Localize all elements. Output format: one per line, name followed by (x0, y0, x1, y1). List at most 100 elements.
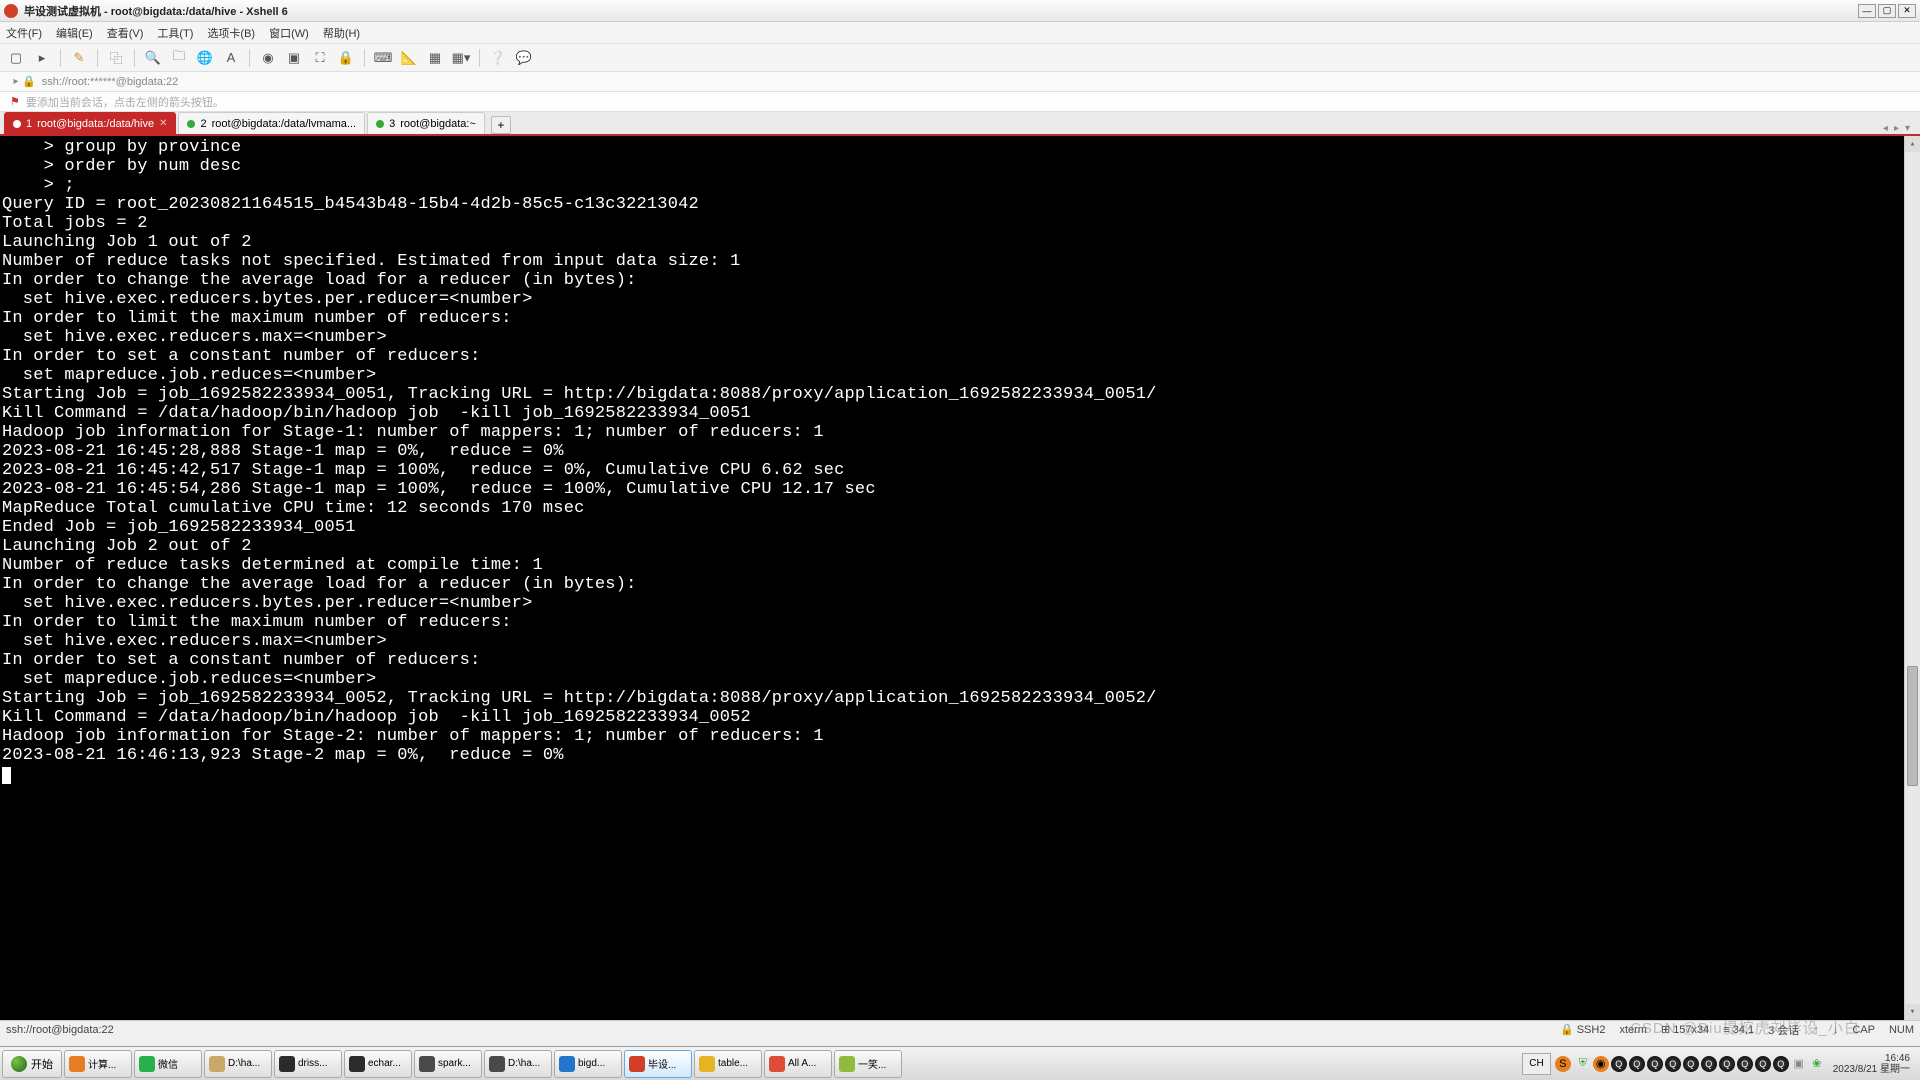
tray-qq-icon[interactable]: Q (1629, 1056, 1645, 1072)
lock-icon: 🔒 (22, 75, 36, 88)
terminal-line: > order by num desc (2, 157, 1918, 176)
tray-app-icon[interactable]: ◉ (1593, 1056, 1609, 1072)
tray-qq-icon[interactable]: Q (1755, 1056, 1771, 1072)
menu-help[interactable]: 帮助(H) (323, 25, 360, 41)
menu-view[interactable]: 查看(V) (107, 25, 144, 41)
taskbar-item[interactable]: D:\ha... (484, 1050, 552, 1078)
app-icon (69, 1056, 85, 1072)
scroll-thumb[interactable] (1907, 666, 1918, 786)
taskbar-item-label: table... (718, 1058, 748, 1069)
minimize-button[interactable]: — (1858, 4, 1876, 18)
lock-icon: 🔒 (1560, 1023, 1574, 1036)
tab-list-icon[interactable]: ▾ (1903, 123, 1912, 134)
terminal-line: Number of reduce tasks determined at com… (2, 556, 1918, 575)
tray-qq-icon[interactable]: Q (1719, 1056, 1735, 1072)
taskbar-item[interactable]: 一笑... (834, 1050, 902, 1078)
terminal-line: Launching Job 2 out of 2 (2, 537, 1918, 556)
maximize-button[interactable]: ▢ (1878, 4, 1896, 18)
tab-session-1[interactable]: 1 root@bigdata:/data/hive ✕ (4, 112, 176, 134)
address-text[interactable]: ssh://root:******@bigdata:22 (42, 76, 179, 88)
taskbar-item[interactable]: table... (694, 1050, 762, 1078)
terminal[interactable]: > group by province > order by num desc … (0, 136, 1920, 1020)
search-icon[interactable]: 🔍 (143, 48, 163, 68)
globe-icon[interactable]: 🌐 (195, 48, 215, 68)
taskbar-item[interactable]: bigd... (554, 1050, 622, 1078)
add-tab-button[interactable]: + (491, 116, 511, 134)
new-session-icon[interactable]: ▢ (6, 48, 26, 68)
arrow-icon[interactable]: ▸ (10, 72, 22, 92)
menu-tab[interactable]: 选项卡(B) (207, 25, 255, 41)
clock-time: 16:46 (1833, 1053, 1910, 1064)
taskbar-item[interactable]: echar... (344, 1050, 412, 1078)
tray-qq-icon[interactable]: Q (1611, 1056, 1627, 1072)
terminal-line: In order to set a constant number of red… (2, 651, 1918, 670)
expand-icon[interactable]: ⛶ (310, 48, 330, 68)
tab-next-icon[interactable]: ▸ (1892, 123, 1901, 134)
app-icon (4, 4, 18, 18)
tab-session-3[interactable]: 3 root@bigdata:~ (367, 112, 485, 134)
scrollbar[interactable]: ▴ ▾ (1904, 136, 1920, 1020)
ruler-icon[interactable]: 📐 (399, 48, 419, 68)
brush-icon[interactable]: ✎ (69, 48, 89, 68)
circle-icon[interactable]: ◉ (258, 48, 278, 68)
tray-qq-icon[interactable]: Q (1683, 1056, 1699, 1072)
keyboard-icon[interactable]: ⌨ (373, 48, 393, 68)
taskbar-item[interactable]: driss... (274, 1050, 342, 1078)
record-icon[interactable]: ▣ (284, 48, 304, 68)
terminal-line: Total jobs = 2 (2, 214, 1918, 233)
tray-qq-icon[interactable]: Q (1665, 1056, 1681, 1072)
taskbar-item[interactable]: 毕设... (624, 1050, 692, 1078)
open-icon[interactable]: ▸ (32, 48, 52, 68)
tab-label: root@bigdata:~ (400, 118, 476, 130)
taskbar-item-label: driss... (298, 1058, 327, 1069)
terminal-line: set hive.exec.reducers.bytes.per.reducer… (2, 290, 1918, 309)
lang-indicator[interactable]: CH (1522, 1053, 1550, 1075)
taskbar-item[interactable]: All A... (764, 1050, 832, 1078)
system-tray: CH S ⛨ ◉ Q Q Q Q Q Q Q Q Q Q ▣ ❀ 16:46 2… (1522, 1053, 1918, 1075)
addressbar: ▸ 🔒 ssh://root:******@bigdata:22 (0, 72, 1920, 92)
lock-icon[interactable]: 🔒 (336, 48, 356, 68)
grid2-icon[interactable]: ▦▾ (451, 48, 471, 68)
tab-session-2[interactable]: 2 root@bigdata:/data/lvmama... (178, 112, 365, 134)
folder-icon[interactable]: 🗀 (169, 48, 189, 68)
close-icon[interactable]: ✕ (159, 118, 167, 129)
tray-clock[interactable]: 16:46 2023/8/21 星期一 (1829, 1053, 1914, 1075)
tray-qq-icon[interactable]: Q (1701, 1056, 1717, 1072)
flag-icon[interactable]: ⚑ (10, 95, 20, 108)
tray-qq-icon[interactable]: Q (1647, 1056, 1663, 1072)
taskbar-item[interactable]: 微信 (134, 1050, 202, 1078)
app-icon (489, 1056, 505, 1072)
tray-qq-icon[interactable]: Q (1737, 1056, 1753, 1072)
scroll-up-icon[interactable]: ▴ (1905, 136, 1920, 152)
tray-leaf-icon[interactable]: ❀ (1809, 1056, 1825, 1072)
start-button[interactable]: 开始 (2, 1050, 62, 1078)
tab-prev-icon[interactable]: ◂ (1881, 123, 1890, 134)
app-icon (139, 1056, 155, 1072)
terminal-line: MapReduce Total cumulative CPU time: 12 … (2, 499, 1918, 518)
menu-tools[interactable]: 工具(T) (157, 25, 193, 41)
menu-edit[interactable]: 编辑(E) (56, 25, 93, 41)
help-icon[interactable]: ❔ (488, 48, 508, 68)
status-pos: 34,1 (1733, 1024, 1754, 1036)
menu-window[interactable]: 窗口(W) (269, 25, 309, 41)
font-icon[interactable]: A (221, 48, 241, 68)
scroll-down-icon[interactable]: ▾ (1905, 1004, 1920, 1020)
taskbar-item[interactable]: D:\ha... (204, 1050, 272, 1078)
tray-icon[interactable]: S (1555, 1056, 1571, 1072)
taskbar-item[interactable]: spark... (414, 1050, 482, 1078)
separator (249, 49, 250, 67)
menu-file[interactable]: 文件(F) (6, 25, 42, 41)
chat-icon[interactable]: 💬 (514, 48, 534, 68)
copy-icon[interactable]: ⿻ (106, 48, 126, 68)
tray-shield-icon[interactable]: ⛨ (1575, 1056, 1591, 1072)
status-dot-icon (376, 120, 384, 128)
status-term: xterm (1619, 1024, 1647, 1036)
tray-qq-icon[interactable]: Q (1773, 1056, 1789, 1072)
app-icon (769, 1056, 785, 1072)
grid-icon[interactable]: ▦ (425, 48, 445, 68)
close-button[interactable]: ✕ (1898, 4, 1916, 18)
taskbar-item[interactable]: 计算... (64, 1050, 132, 1078)
tray-box-icon[interactable]: ▣ (1791, 1056, 1807, 1072)
terminal-line: In order to change the average load for … (2, 575, 1918, 594)
taskbar: 开始 计算...微信D:\ha...driss...echar...spark.… (0, 1046, 1920, 1080)
